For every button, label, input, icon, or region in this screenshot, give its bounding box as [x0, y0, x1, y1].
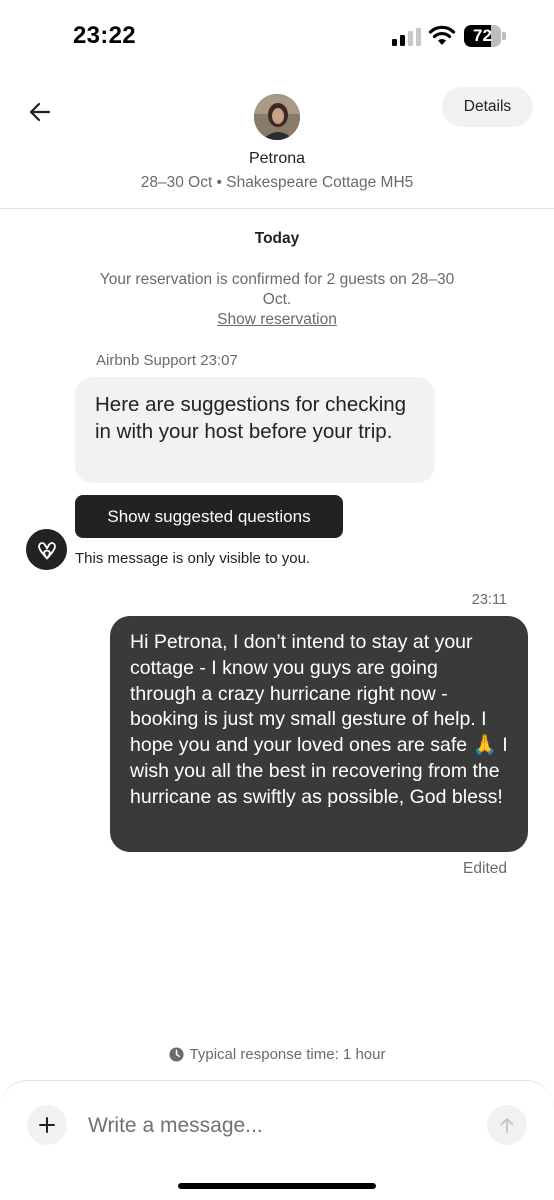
show-reservation-link[interactable]: Show reservation [0, 311, 554, 329]
cellular-signal-icon [392, 28, 421, 46]
sent-message-bubble: Hi Petrona, I don’t intend to stay at yo… [110, 616, 528, 852]
header-divider [0, 208, 554, 209]
status-time: 23:22 [73, 22, 136, 49]
support-message-bubble: Here are suggestions for checking in wit… [75, 377, 435, 483]
battery-icon: 72 [464, 25, 506, 47]
date-label: Today [254, 230, 300, 247]
arrow-up-icon [500, 1118, 514, 1133]
battery-cap [502, 32, 506, 40]
airbnb-logo-avatar [26, 529, 67, 570]
arrow-left-icon [29, 102, 51, 122]
battery-body: 72 [464, 25, 501, 47]
host-name: Petrona [248, 150, 306, 167]
response-time-text: Typical response time: 1 hour [189, 1046, 386, 1063]
reservation-status: Your reservation is confirmed for 2 gues… [99, 271, 455, 308]
edited-label: Edited [463, 860, 507, 877]
add-attachment-button[interactable] [27, 1105, 67, 1145]
sent-message-time: 23:11 [471, 592, 507, 608]
host-avatar[interactable] [254, 94, 300, 140]
back-button[interactable] [20, 92, 60, 132]
airbnb-logo-icon [37, 541, 56, 559]
response-time-notice: Typical response time: 1 hour [0, 1046, 554, 1063]
send-button[interactable] [487, 1105, 527, 1145]
status-bar: 23:22 72 [0, 0, 554, 76]
wifi-icon [428, 25, 456, 45]
trip-info: 28–30 Oct • Shakespeare Cottage MH5 [140, 174, 414, 191]
clock-icon [169, 1047, 184, 1062]
plus-icon [39, 1117, 55, 1133]
visibility-note: This message is only visible to you. [75, 550, 311, 567]
message-input[interactable] [88, 1108, 468, 1144]
details-button[interactable]: Details [442, 87, 533, 127]
home-indicator [178, 1183, 376, 1189]
support-sender-label: Airbnb Support 23:07 [96, 352, 238, 369]
show-suggested-questions-button[interactable]: Show suggested questions [75, 495, 343, 538]
battery-level: 72 [473, 26, 492, 45]
host-photo [254, 94, 300, 140]
